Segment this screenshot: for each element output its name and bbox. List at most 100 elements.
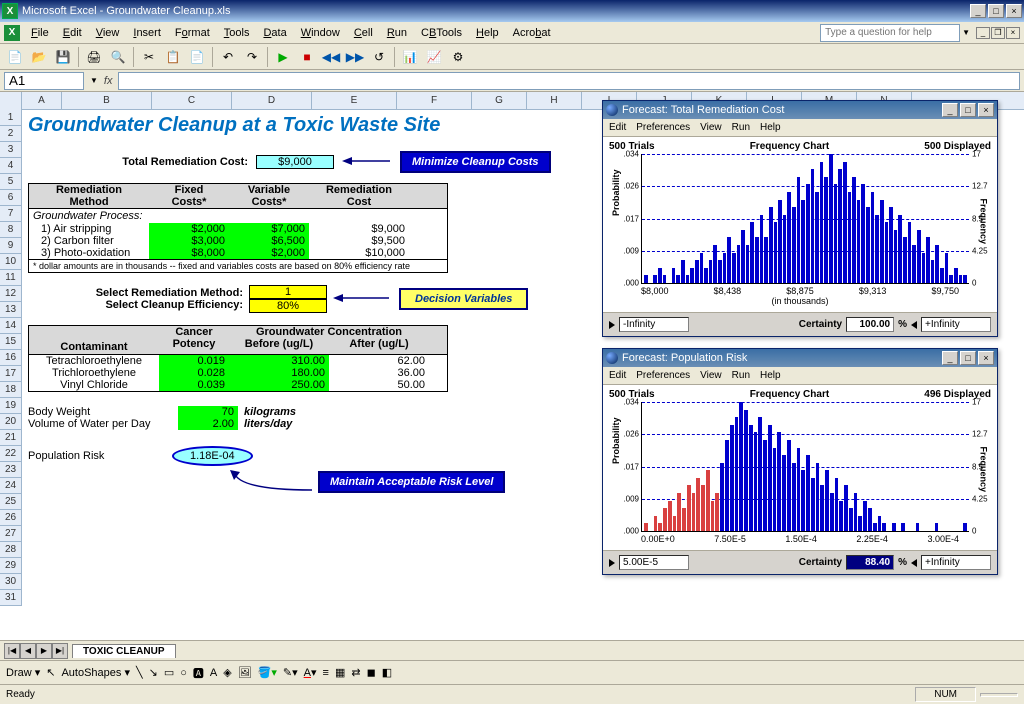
minimize-button[interactable]: _ <box>970 4 986 18</box>
fc-menu-run[interactable]: Run <box>732 122 750 133</box>
paste-icon[interactable]: 📄 <box>186 46 208 68</box>
sheet-tab[interactable]: TOXIC CLEANUP <box>72 644 176 658</box>
fc-maximize-button[interactable]: □ <box>960 103 976 117</box>
certainty-input[interactable] <box>846 555 894 570</box>
row-header[interactable]: 14 <box>0 318 22 334</box>
rectangle-icon[interactable]: ▭ <box>164 666 174 679</box>
row-header[interactable]: 20 <box>0 414 22 430</box>
step-fwd-icon[interactable]: ▶▶ <box>344 46 366 68</box>
menu-file[interactable]: File <box>24 25 56 41</box>
col-header[interactable]: C <box>152 92 232 110</box>
range-hi-input[interactable] <box>921 555 991 570</box>
oval-icon[interactable]: ○ <box>180 667 187 679</box>
workbook-restore-button[interactable]: ❐ <box>991 27 1005 39</box>
close-button[interactable]: × <box>1006 4 1022 18</box>
row-header[interactable]: 2 <box>0 126 22 142</box>
menu-format[interactable]: Format <box>168 25 217 41</box>
row-header[interactable]: 26 <box>0 510 22 526</box>
fill-color-icon[interactable]: 🪣▾ <box>258 666 277 679</box>
line-icon[interactable]: ╲ <box>136 666 143 679</box>
settings-icon[interactable]: ⚙ <box>447 46 469 68</box>
row-header[interactable]: 24 <box>0 478 22 494</box>
fc-minimize-button[interactable]: _ <box>942 351 958 365</box>
undo-icon[interactable]: ↶ <box>217 46 239 68</box>
select-all-corner[interactable] <box>0 92 22 110</box>
select-objects-icon[interactable]: ↖ <box>46 666 55 679</box>
print-icon[interactable]: 🖨 <box>83 46 105 68</box>
row-header[interactable]: 17 <box>0 366 22 382</box>
wordart-icon[interactable]: A <box>210 667 217 679</box>
reset-icon[interactable]: ↺ <box>368 46 390 68</box>
col-header[interactable]: D <box>232 92 312 110</box>
clipart-icon[interactable]: 🖼 <box>238 666 252 679</box>
certainty-input[interactable] <box>846 317 894 332</box>
row-header[interactable]: 10 <box>0 254 22 270</box>
save-icon[interactable]: 💾 <box>52 46 74 68</box>
row-header[interactable]: 4 <box>0 158 22 174</box>
run-icon[interactable]: ▶ <box>272 46 294 68</box>
preview-icon[interactable]: 🔍 <box>107 46 129 68</box>
row-header[interactable]: 9 <box>0 238 22 254</box>
row-header[interactable]: 8 <box>0 222 22 238</box>
fc-minimize-button[interactable]: _ <box>942 103 958 117</box>
open-icon[interactable]: 📂 <box>28 46 50 68</box>
row-header[interactable]: 6 <box>0 190 22 206</box>
fc-menu-help[interactable]: Help <box>760 122 781 133</box>
menu-cell[interactable]: Cell <box>347 25 380 41</box>
fc-maximize-button[interactable]: □ <box>960 351 976 365</box>
row-header[interactable]: 23 <box>0 462 22 478</box>
menu-insert[interactable]: Insert <box>126 25 168 41</box>
forecast-titlebar[interactable]: Forecast: Total Remediation Cost _□× <box>603 101 997 119</box>
textbox-icon[interactable]: 🅰 <box>193 665 204 681</box>
fc-menu-view[interactable]: View <box>700 122 722 133</box>
fc-close-button[interactable]: × <box>978 103 994 117</box>
stop-icon[interactable]: ■ <box>296 46 318 68</box>
redo-icon[interactable]: ↷ <box>241 46 263 68</box>
col-header[interactable]: E <box>312 92 397 110</box>
range-left-handle[interactable] <box>609 321 615 329</box>
col-header[interactable]: A <box>22 92 62 110</box>
fc-close-button[interactable]: × <box>978 351 994 365</box>
formula-input[interactable] <box>118 72 1020 90</box>
copy-icon[interactable]: 📋 <box>162 46 184 68</box>
row-header[interactable]: 31 <box>0 590 22 606</box>
row-header[interactable]: 5 <box>0 174 22 190</box>
menu-acrobat[interactable]: Acrobat <box>506 25 558 41</box>
menu-data[interactable]: Data <box>256 25 293 41</box>
row-header[interactable]: 25 <box>0 494 22 510</box>
tab-next-button[interactable]: ▶ <box>36 643 52 659</box>
draw-menu[interactable]: Draw ▾ <box>6 666 40 679</box>
row-header[interactable]: 7 <box>0 206 22 222</box>
threed-icon[interactable]: ◧ <box>382 666 392 679</box>
col-header[interactable]: F <box>397 92 472 110</box>
range-right-handle[interactable] <box>911 321 917 329</box>
row-header[interactable]: 1 <box>0 110 22 126</box>
row-header[interactable]: 13 <box>0 302 22 318</box>
row-header[interactable]: 22 <box>0 446 22 462</box>
workbook-minimize-button[interactable]: _ <box>976 27 990 39</box>
row-header[interactable]: 30 <box>0 574 22 590</box>
row-header[interactable]: 27 <box>0 526 22 542</box>
tab-prev-button[interactable]: ◀ <box>20 643 36 659</box>
forecast-window-risk[interactable]: Forecast: Population Risk _□× Edit Prefe… <box>602 348 998 575</box>
range-hi-input[interactable] <box>921 317 991 332</box>
menu-help[interactable]: Help <box>469 25 506 41</box>
row-header[interactable]: 3 <box>0 142 22 158</box>
col-header[interactable]: B <box>62 92 152 110</box>
range-right-handle[interactable] <box>911 559 917 567</box>
dash-style-icon[interactable]: ▦ <box>335 666 345 679</box>
autoshapes-menu[interactable]: AutoShapes ▾ <box>61 666 130 679</box>
new-icon[interactable]: 📄 <box>4 46 26 68</box>
fx-label[interactable]: fx <box>104 75 113 87</box>
arrow-tool-icon[interactable]: ↘ <box>149 666 158 679</box>
help-search-input[interactable] <box>820 24 960 42</box>
fc-menu-view[interactable]: View <box>700 370 722 381</box>
workbook-close-button[interactable]: × <box>1006 27 1020 39</box>
fc-menu-edit[interactable]: Edit <box>609 370 626 381</box>
maximize-button[interactable]: □ <box>988 4 1004 18</box>
step-back-icon[interactable]: ◀◀ <box>320 46 342 68</box>
row-header[interactable]: 19 <box>0 398 22 414</box>
range-left-handle[interactable] <box>609 559 615 567</box>
cut-icon[interactable]: ✂ <box>138 46 160 68</box>
col-header[interactable]: G <box>472 92 527 110</box>
